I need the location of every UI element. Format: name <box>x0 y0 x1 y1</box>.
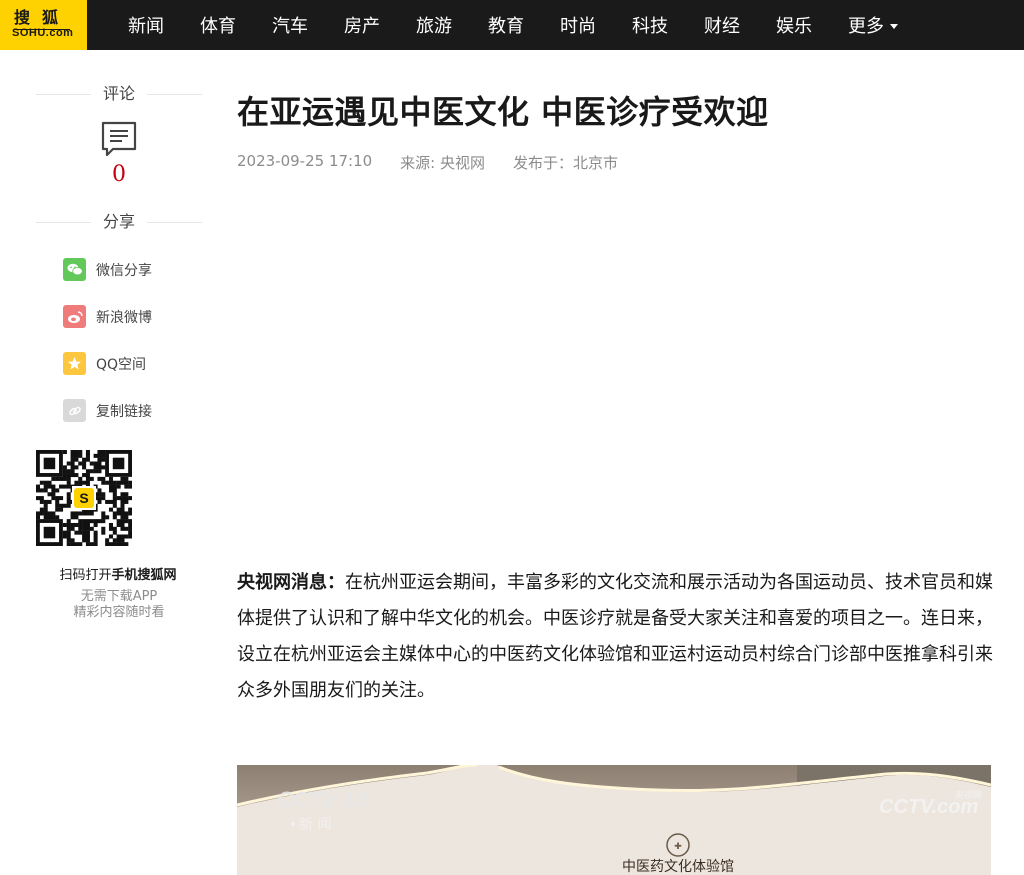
share-weibo-button[interactable]: 新浪微博 <box>63 293 202 340</box>
nav-item-education[interactable]: 教育 <box>470 12 542 38</box>
link-icon <box>63 399 86 422</box>
caret-down-icon <box>890 23 898 29</box>
article-meta: 2023-09-25 17:10 来源: 央视网 发布于：北京市 <box>237 152 993 173</box>
article-body: 在杭州亚运会期间，丰富多彩的文化交流和展示活动为各国运动员、技术官员和媒体提供了… <box>237 572 993 701</box>
weibo-icon <box>63 305 86 328</box>
nav-item-entertainment[interactable]: 娱乐 <box>758 12 830 38</box>
divider <box>36 222 91 223</box>
article-date: 2023-09-25 17:10 <box>237 152 373 170</box>
video-frame-image: ✚ 中医药文化体验馆 CCTV 13 新 闻 CCTV.com 央视网 <box>237 765 991 875</box>
share-weibo-label: 新浪微博 <box>96 309 152 326</box>
share-copylink-label: 复制链接 <box>96 403 152 420</box>
article-publish-place: 发布于：北京市 <box>513 154 619 172</box>
qr-code-image: S <box>35 449 133 547</box>
share-list: 微信分享 新浪微博 QQ空间 复制链接 <box>36 246 202 434</box>
nav-items: 新闻 体育 汽车 房产 旅游 教育 时尚 科技 财经 娱乐 更多 <box>110 0 916 50</box>
comment-count[interactable]: 0 <box>36 162 202 188</box>
share-heading-label: 分享 <box>102 212 135 231</box>
qzone-icon <box>63 352 86 375</box>
top-nav: 搜狐 SOHU.com 新闻 体育 汽车 房产 旅游 教育 时尚 科技 财经 娱… <box>0 0 1024 50</box>
qr-subtext-line2: 精彩内容随时看 <box>73 605 165 620</box>
qr-caption-bold: 手机搜狐网 <box>111 568 177 583</box>
divider <box>147 94 202 95</box>
share-wechat-label: 微信分享 <box>96 262 152 279</box>
share-wechat-button[interactable]: 微信分享 <box>63 246 202 293</box>
nav-item-sports[interactable]: 体育 <box>182 12 254 38</box>
article-paragraph: 央视网消息：在杭州亚运会期间，丰富多彩的文化交流和展示活动为各国运动员、技术官员… <box>237 565 993 709</box>
sohu-logo[interactable]: 搜狐 SOHU.com <box>0 0 87 50</box>
article-source[interactable]: 来源: 央视网 <box>400 152 485 173</box>
article: 在亚运遇见中医文化 中医诊疗受欢迎 2023-09-25 17:10 来源: 央… <box>237 90 993 709</box>
qr-subtext: 无需下载APP 精彩内容随时看 <box>36 589 202 621</box>
nav-item-auto[interactable]: 汽车 <box>254 12 326 38</box>
video-sign-text: 中医药文化体验馆 <box>622 859 734 875</box>
nav-item-realestate[interactable]: 房产 <box>326 12 398 38</box>
article-lead: 央视网消息： <box>237 572 345 593</box>
nav-item-fashion[interactable]: 时尚 <box>542 12 614 38</box>
svg-text:S: S <box>79 490 88 506</box>
cctv13-logo: CCTV 13 <box>277 787 367 812</box>
comment-heading-label: 评论 <box>102 84 135 103</box>
nav-more-dropdown[interactable]: 更多 <box>830 12 916 38</box>
divider <box>36 94 91 95</box>
comment-heading: 评论 <box>36 80 202 108</box>
nav-item-tech[interactable]: 科技 <box>614 12 686 38</box>
article-title: 在亚运遇见中医文化 中医诊疗受欢迎 <box>237 93 769 131</box>
nav-item-travel[interactable]: 旅游 <box>398 12 470 38</box>
nav-item-news[interactable]: 新闻 <box>110 12 182 38</box>
qr-caption-prefix: 扫码打开 <box>59 568 112 583</box>
divider <box>147 222 202 223</box>
share-qzone-label: QQ空间 <box>96 356 147 373</box>
share-copylink-button[interactable]: 复制链接 <box>63 387 202 434</box>
logo-text-domain: SOHU.com <box>12 27 74 39</box>
svg-text:✚: ✚ <box>674 841 682 851</box>
share-heading: 分享 <box>36 208 202 236</box>
article-video-thumbnail[interactable]: ✚ 中医药文化体验馆 CCTV 13 新 闻 CCTV.com 央视网 <box>237 765 991 875</box>
qr-subtext-line1: 无需下载APP <box>80 589 158 604</box>
cctv13-sublabel: 新 闻 <box>299 817 331 833</box>
wechat-icon <box>63 258 86 281</box>
cctv-watermark-sub: 央视网 <box>955 789 982 801</box>
left-sidebar: 评论 0 分享 微信分享 新浪微博 QQ空间 复制链接 S 扫码打开手机搜狐网 … <box>35 80 202 621</box>
comment-icon[interactable] <box>100 120 138 158</box>
qr-caption: 扫码打开手机搜狐网 <box>18 564 218 583</box>
nav-more-label: 更多 <box>848 16 884 37</box>
media-placeholder <box>237 173 993 565</box>
share-qzone-button[interactable]: QQ空间 <box>63 340 202 387</box>
nav-item-finance[interactable]: 财经 <box>686 12 758 38</box>
